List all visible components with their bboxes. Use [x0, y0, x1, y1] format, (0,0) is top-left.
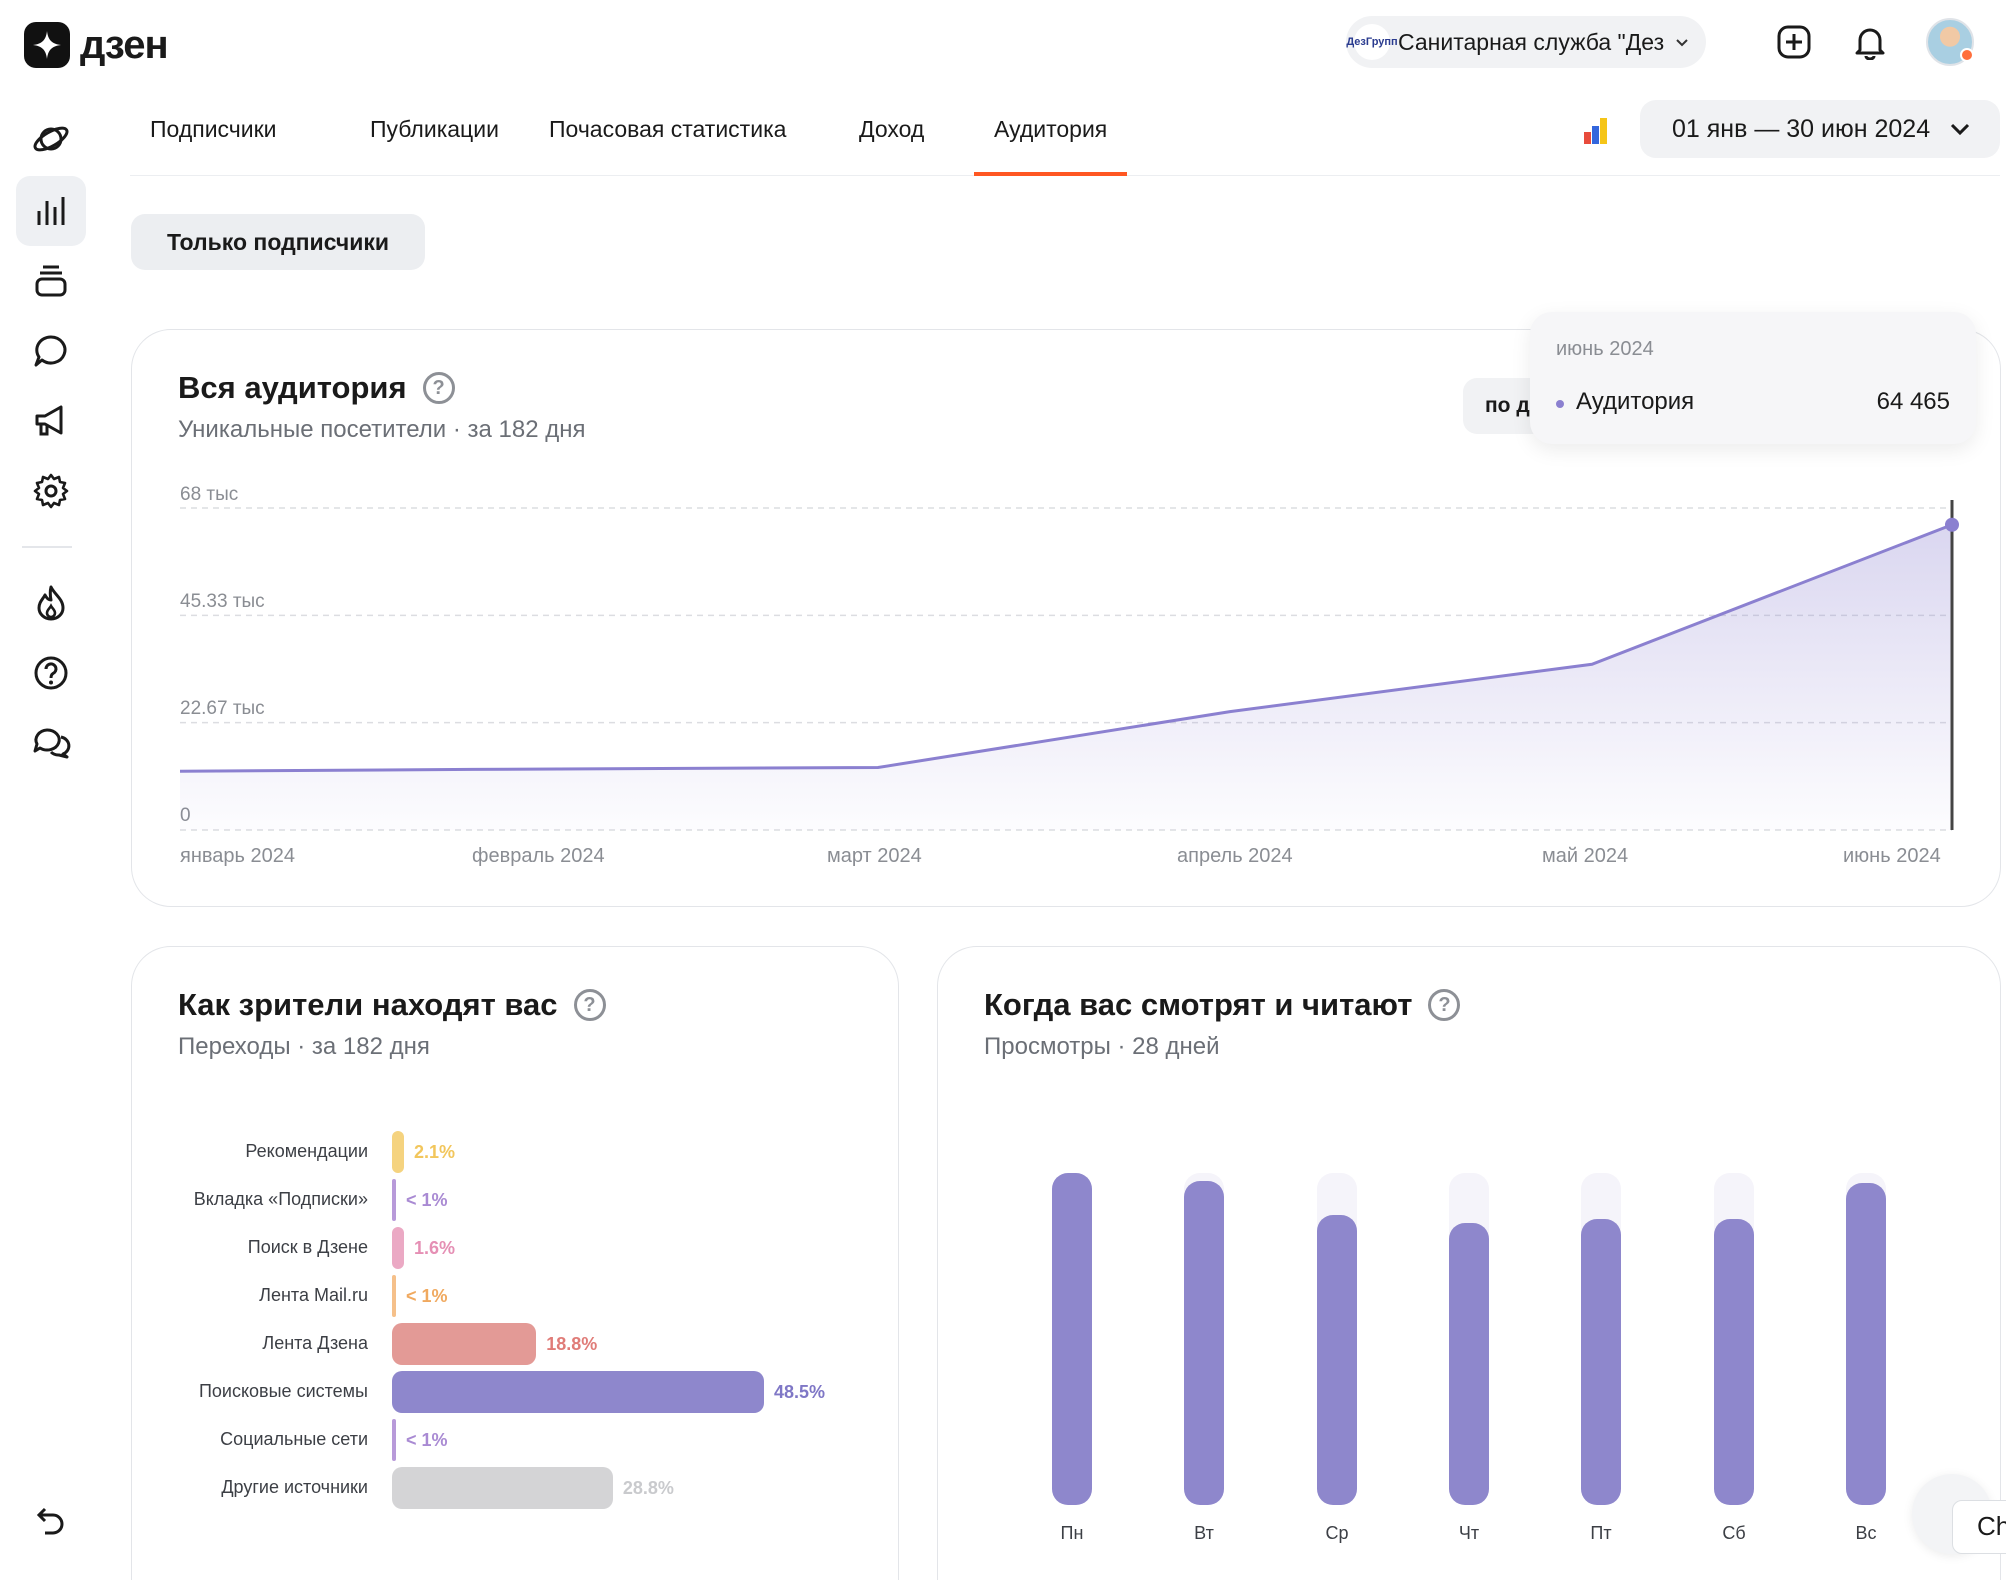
tab-audience[interactable]: Аудитория: [974, 116, 1128, 176]
tooltip-label: Аудитория: [1576, 388, 1695, 415]
chart-type-icon[interactable]: [1582, 116, 1612, 151]
source-label: Поисковые системы: [198, 1381, 368, 1401]
weekday-bar[interactable]: [1581, 1219, 1621, 1505]
channel-avatar: ДезГрупп: [1346, 24, 1398, 60]
user-avatar[interactable]: [1926, 18, 1974, 66]
tab-income[interactable]: Доход: [839, 116, 944, 176]
x-tick-label: февраль 2024: [472, 845, 605, 867]
sidebar-divider: [22, 546, 72, 548]
weekday-label: Пт: [1590, 1523, 1612, 1543]
x-tick-label: май 2024: [1542, 845, 1629, 867]
x-tick-label: март 2024: [827, 845, 922, 867]
tab-hourly[interactable]: Почасовая статистика: [529, 116, 806, 176]
bell-icon[interactable]: [1848, 20, 1892, 64]
source-label: Лента Дзена: [262, 1333, 368, 1353]
data-point: [1945, 517, 1959, 532]
source-percent: < 1%: [406, 1286, 448, 1306]
source-percent: 48.5%: [774, 1382, 826, 1402]
megaphone-icon[interactable]: [16, 386, 86, 456]
comment-icon[interactable]: [16, 316, 86, 386]
sources-bar-chart: Рекомендации 2.1% Вкладка «Подписки» < 1% По…: [132, 947, 900, 1580]
help-icon[interactable]: [16, 638, 86, 708]
source-percent: 2.1%: [414, 1142, 456, 1162]
date-range-picker[interactable]: 01 янв — 30 июн 2024: [1640, 100, 2000, 158]
sources-card: Как зрители находят вас ? Переходы · за …: [131, 946, 899, 1580]
weekday-bar[interactable]: [1846, 1182, 1886, 1505]
source-label: Вкладка «Подписки»: [193, 1189, 368, 1209]
tooltip-value: 64 465: [1876, 388, 1950, 415]
weekday-label: Ср: [1325, 1523, 1349, 1543]
source-bar[interactable]: [392, 1467, 613, 1509]
tab-publications[interactable]: Публикации: [350, 116, 519, 176]
tooltip-date: июнь 2024: [1556, 338, 1654, 360]
weekly-bar-chart: Пн Вт Ср Чт Пт Сб Вс: [938, 947, 2002, 1580]
source-label: Лента Mail.ru: [259, 1285, 368, 1305]
weekday-bar[interactable]: [1317, 1214, 1357, 1505]
weekday-label: Вт: [1194, 1523, 1214, 1543]
source-label: Поиск в Дзене: [247, 1237, 368, 1257]
weekday-bar[interactable]: [1449, 1222, 1489, 1505]
source-label: Рекомендации: [245, 1141, 368, 1161]
gear-icon[interactable]: [16, 456, 86, 526]
legend-dot: [1556, 400, 1564, 408]
weekday-bar[interactable]: [1184, 1181, 1224, 1505]
chat-fab-button[interactable]: Ch: [1952, 1500, 2006, 1554]
logo-text: дзен: [80, 22, 169, 67]
weekday-bar[interactable]: [1052, 1173, 1092, 1505]
audience-area-fill: [180, 524, 1952, 830]
weekday-label: Вс: [1855, 1523, 1877, 1543]
source-label: Другие источники: [221, 1477, 368, 1497]
chat-icon[interactable]: [16, 708, 86, 778]
dzen-star-icon: [24, 22, 70, 68]
channel-name: Санитарная служба "Дез...: [1398, 28, 1666, 55]
stats-icon[interactable]: [16, 176, 86, 246]
source-bar[interactable]: [392, 1419, 396, 1461]
weekday-label: Чт: [1458, 1523, 1480, 1543]
weekday-bar[interactable]: [1714, 1219, 1754, 1505]
back-icon[interactable]: [16, 1486, 86, 1556]
source-bar[interactable]: [392, 1179, 396, 1221]
fire-icon[interactable]: [16, 568, 86, 638]
weekday-label: Сб: [1722, 1523, 1746, 1543]
source-percent: 18.8%: [546, 1334, 598, 1354]
source-label: Социальные сети: [220, 1429, 368, 1449]
source-bar[interactable]: [392, 1275, 396, 1317]
channel-selector[interactable]: ДезГрупп Санитарная служба "Дез...: [1346, 16, 1706, 68]
source-percent: < 1%: [406, 1190, 448, 1210]
source-bar[interactable]: [392, 1323, 537, 1365]
weekday-label: Пн: [1060, 1523, 1084, 1543]
dzen-logo[interactable]: дзен: [24, 22, 169, 68]
source-percent: < 1%: [406, 1430, 448, 1450]
add-post-icon[interactable]: [1772, 20, 1816, 64]
tab-subscribers[interactable]: Подписчики: [130, 116, 297, 176]
source-percent: 1.6%: [414, 1238, 456, 1258]
layers-icon[interactable]: [16, 246, 86, 316]
source-bar[interactable]: [392, 1227, 404, 1269]
x-tick-label: июнь 2024: [1843, 845, 1941, 867]
source-percent: 28.8%: [622, 1478, 674, 1498]
subscribers-only-filter[interactable]: Только подписчики: [131, 214, 425, 270]
x-tick-label: январь 2024: [180, 845, 295, 867]
date-range-label: 01 янв — 30 июн 2024: [1672, 114, 1931, 143]
source-bar[interactable]: [392, 1131, 404, 1173]
chevron-down-icon: [1676, 39, 1688, 47]
x-tick-label: апрель 2024: [1177, 845, 1293, 867]
weekly-card: Когда вас смотрят и читают ? Просмотры ·…: [937, 946, 2001, 1580]
chart-tooltip: июнь 2024 Аудитория 64 465: [1530, 312, 1976, 444]
planet-icon[interactable]: [16, 104, 86, 174]
source-bar[interactable]: [392, 1371, 764, 1413]
chevron-down-icon: [1951, 123, 1970, 136]
